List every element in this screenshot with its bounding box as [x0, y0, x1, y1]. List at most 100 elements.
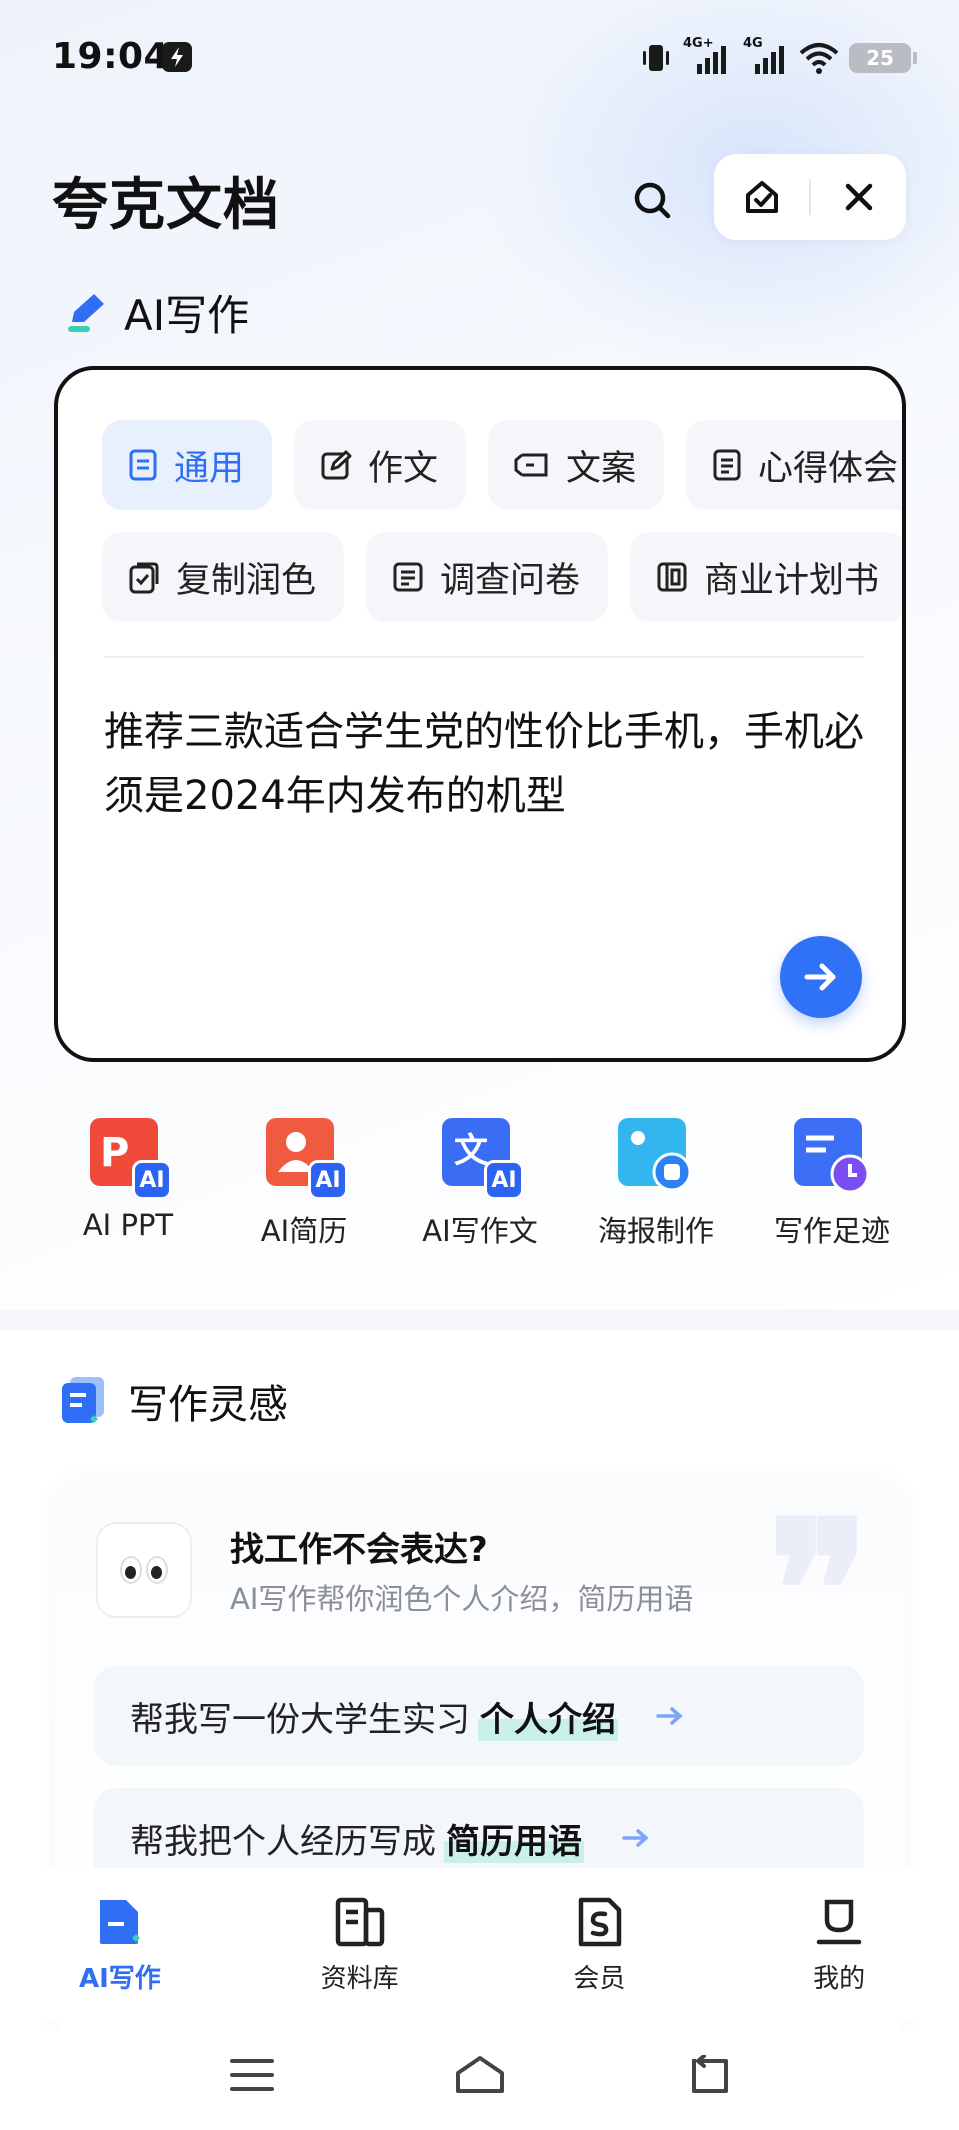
tool-label: 海报制作: [597, 1214, 714, 1248]
search-icon: [634, 182, 671, 219]
bottom-tab-bar: AI写作 资料库 会员 我的: [0, 1868, 959, 2018]
notes-icon: [713, 449, 741, 481]
status-icons: 4G+ 4G 25: [639, 36, 917, 78]
writing-history-icon: [794, 1118, 870, 1194]
library-icon: [335, 1897, 384, 1947]
tab-library[interactable]: 资料库: [260, 1894, 460, 1995]
tool-label: AI写作文: [422, 1214, 538, 1248]
home-shortcut-button[interactable]: [714, 154, 809, 240]
send-button[interactable]: [780, 936, 862, 1018]
quote-mark-decoration: ❞: [767, 1479, 870, 1702]
inspiration-card-title: 找工作不会表达?: [230, 1530, 488, 1570]
search-button[interactable]: [620, 168, 684, 232]
close-button[interactable]: [811, 154, 906, 240]
tool-ai-ppt[interactable]: P AI AI PPT: [40, 1118, 216, 1250]
wifi-icon: [799, 43, 839, 74]
arrow-right-icon: [804, 963, 836, 991]
chip-label: 复制润色: [176, 560, 317, 601]
poster-icon: [618, 1118, 694, 1194]
home-check-icon: [745, 181, 778, 213]
chip-general[interactable]: 通用: [102, 420, 273, 510]
tool-ai-resume[interactable]: AI AI简历: [216, 1118, 392, 1250]
mini-app-capsule: [714, 154, 906, 240]
chip-label: 通用: [174, 448, 245, 489]
inspiration-title: 写作灵感: [128, 1382, 288, 1428]
ai-essay-icon: 文 AI: [442, 1118, 524, 1200]
profile-icon: [816, 1899, 862, 1945]
tab-label: 我的: [813, 1964, 866, 1994]
chip-reflection[interactable]: 心得体会: [686, 420, 902, 510]
charging-bolt-icon: [162, 42, 192, 72]
ai-writing-tab-icon: [99, 1900, 140, 1944]
ai-ppt-icon: P AI: [90, 1118, 172, 1200]
tool-label: 写作足迹: [773, 1214, 890, 1248]
tab-profile[interactable]: 我的: [739, 1894, 939, 1995]
svg-text:文: 文: [454, 1131, 488, 1171]
close-icon: [845, 183, 872, 211]
arrow-right-icon: [656, 1707, 683, 1725]
tool-label: AI PPT: [82, 1208, 174, 1242]
menu-icon[interactable]: [229, 2057, 274, 2093]
tab-label: AI写作: [78, 1964, 161, 1994]
tools-row: P AI AI PPT AI AI简历 文 AI AI写作文 海报制作 写作足迹: [40, 1118, 920, 1250]
chip-label: 作文: [368, 448, 439, 489]
arrow-right-icon: [622, 1829, 649, 1847]
home-icon[interactable]: [454, 2055, 506, 2095]
tag-icon: [514, 453, 548, 477]
battery-indicator: 25: [849, 43, 917, 73]
system-nav-bar: [0, 2030, 959, 2130]
document-icon: [129, 449, 157, 481]
ai-badge: AI: [132, 1160, 172, 1200]
pen-icon: [68, 293, 104, 332]
suggestion-prefix: 帮我把个人经历写成: [130, 1821, 436, 1862]
svg-text:P: P: [100, 1130, 129, 1176]
signal-1-icon: 4G+: [683, 36, 731, 76]
ai-resume-icon: AI: [266, 1118, 348, 1200]
tab-label: 会员: [573, 1964, 626, 1994]
chip-survey[interactable]: 调查问卷: [366, 532, 609, 622]
category-chips-row-1: 通用 作文 文案 心得体会: [102, 420, 902, 510]
tab-label: 资料库: [320, 1964, 399, 1994]
back-icon[interactable]: [686, 2055, 730, 2095]
signal-2-icon: 4G: [741, 36, 789, 76]
card-divider: [104, 656, 864, 658]
chip-copywriting[interactable]: 文案: [488, 420, 665, 510]
tool-label: AI简历: [260, 1214, 348, 1248]
chip-polish[interactable]: 复制润色: [102, 532, 345, 622]
tab-ai-writing[interactable]: AI写作: [20, 1894, 220, 1995]
suggestion-item[interactable]: 帮我写一份大学生实习 个人介绍: [94, 1666, 864, 1766]
suggestion-prefix: 帮我写一份大学生实习: [130, 1699, 470, 1740]
ai-badge: AI: [484, 1160, 524, 1200]
tab-membership[interactable]: 会员: [499, 1894, 699, 1995]
inspiration-doc-icon: [62, 1377, 104, 1423]
eyes-emoji-icon: [96, 1522, 192, 1618]
inspiration-card-subtitle: AI写作帮你润色个人介绍，简历用语: [230, 1582, 694, 1616]
chip-label: 调查问卷: [440, 560, 581, 601]
section-separator: [0, 1310, 959, 1330]
app-title: 夸克文档: [52, 173, 280, 238]
prompt-input[interactable]: 推荐三款适合学生党的性价比手机，手机必须是2024年内发布的机型: [104, 700, 864, 828]
survey-icon: [393, 562, 423, 592]
suggestion-highlight: 个人介绍: [478, 1691, 618, 1741]
ai-badge: AI: [308, 1160, 348, 1200]
copy-check-icon: [129, 562, 159, 594]
chip-essay[interactable]: 作文: [294, 420, 467, 510]
suggestion-highlight: 简历用语: [444, 1813, 584, 1863]
vibrate-icon: [643, 45, 669, 71]
chip-label: 商业计划书: [704, 560, 880, 601]
tool-ai-essay[interactable]: 文 AI AI写作文: [392, 1118, 568, 1250]
chip-business-plan[interactable]: 商业计划书: [630, 532, 902, 622]
tool-writing-history[interactable]: 写作足迹: [744, 1118, 920, 1250]
chip-label: 文案: [566, 448, 637, 489]
book-icon: [657, 562, 687, 592]
ai-writing-title: AI写作: [124, 291, 250, 340]
ai-writing-input-card: 通用 作文 文案 心得体会 复制润色 调查问卷 商业计划书 推荐三款适合学生党的…: [54, 366, 906, 1062]
category-chips-row-2: 复制润色 调查问卷 商业计划书: [102, 532, 902, 622]
edit-icon: [321, 450, 352, 480]
ai-writing-header: AI写作: [64, 282, 249, 343]
tool-poster[interactable]: 海报制作: [568, 1118, 744, 1250]
membership-icon: [579, 1897, 622, 1947]
status-time: 19:04: [52, 36, 170, 77]
inspiration-header: 写作灵感: [60, 1372, 288, 1430]
chip-label: 心得体会: [758, 448, 899, 489]
